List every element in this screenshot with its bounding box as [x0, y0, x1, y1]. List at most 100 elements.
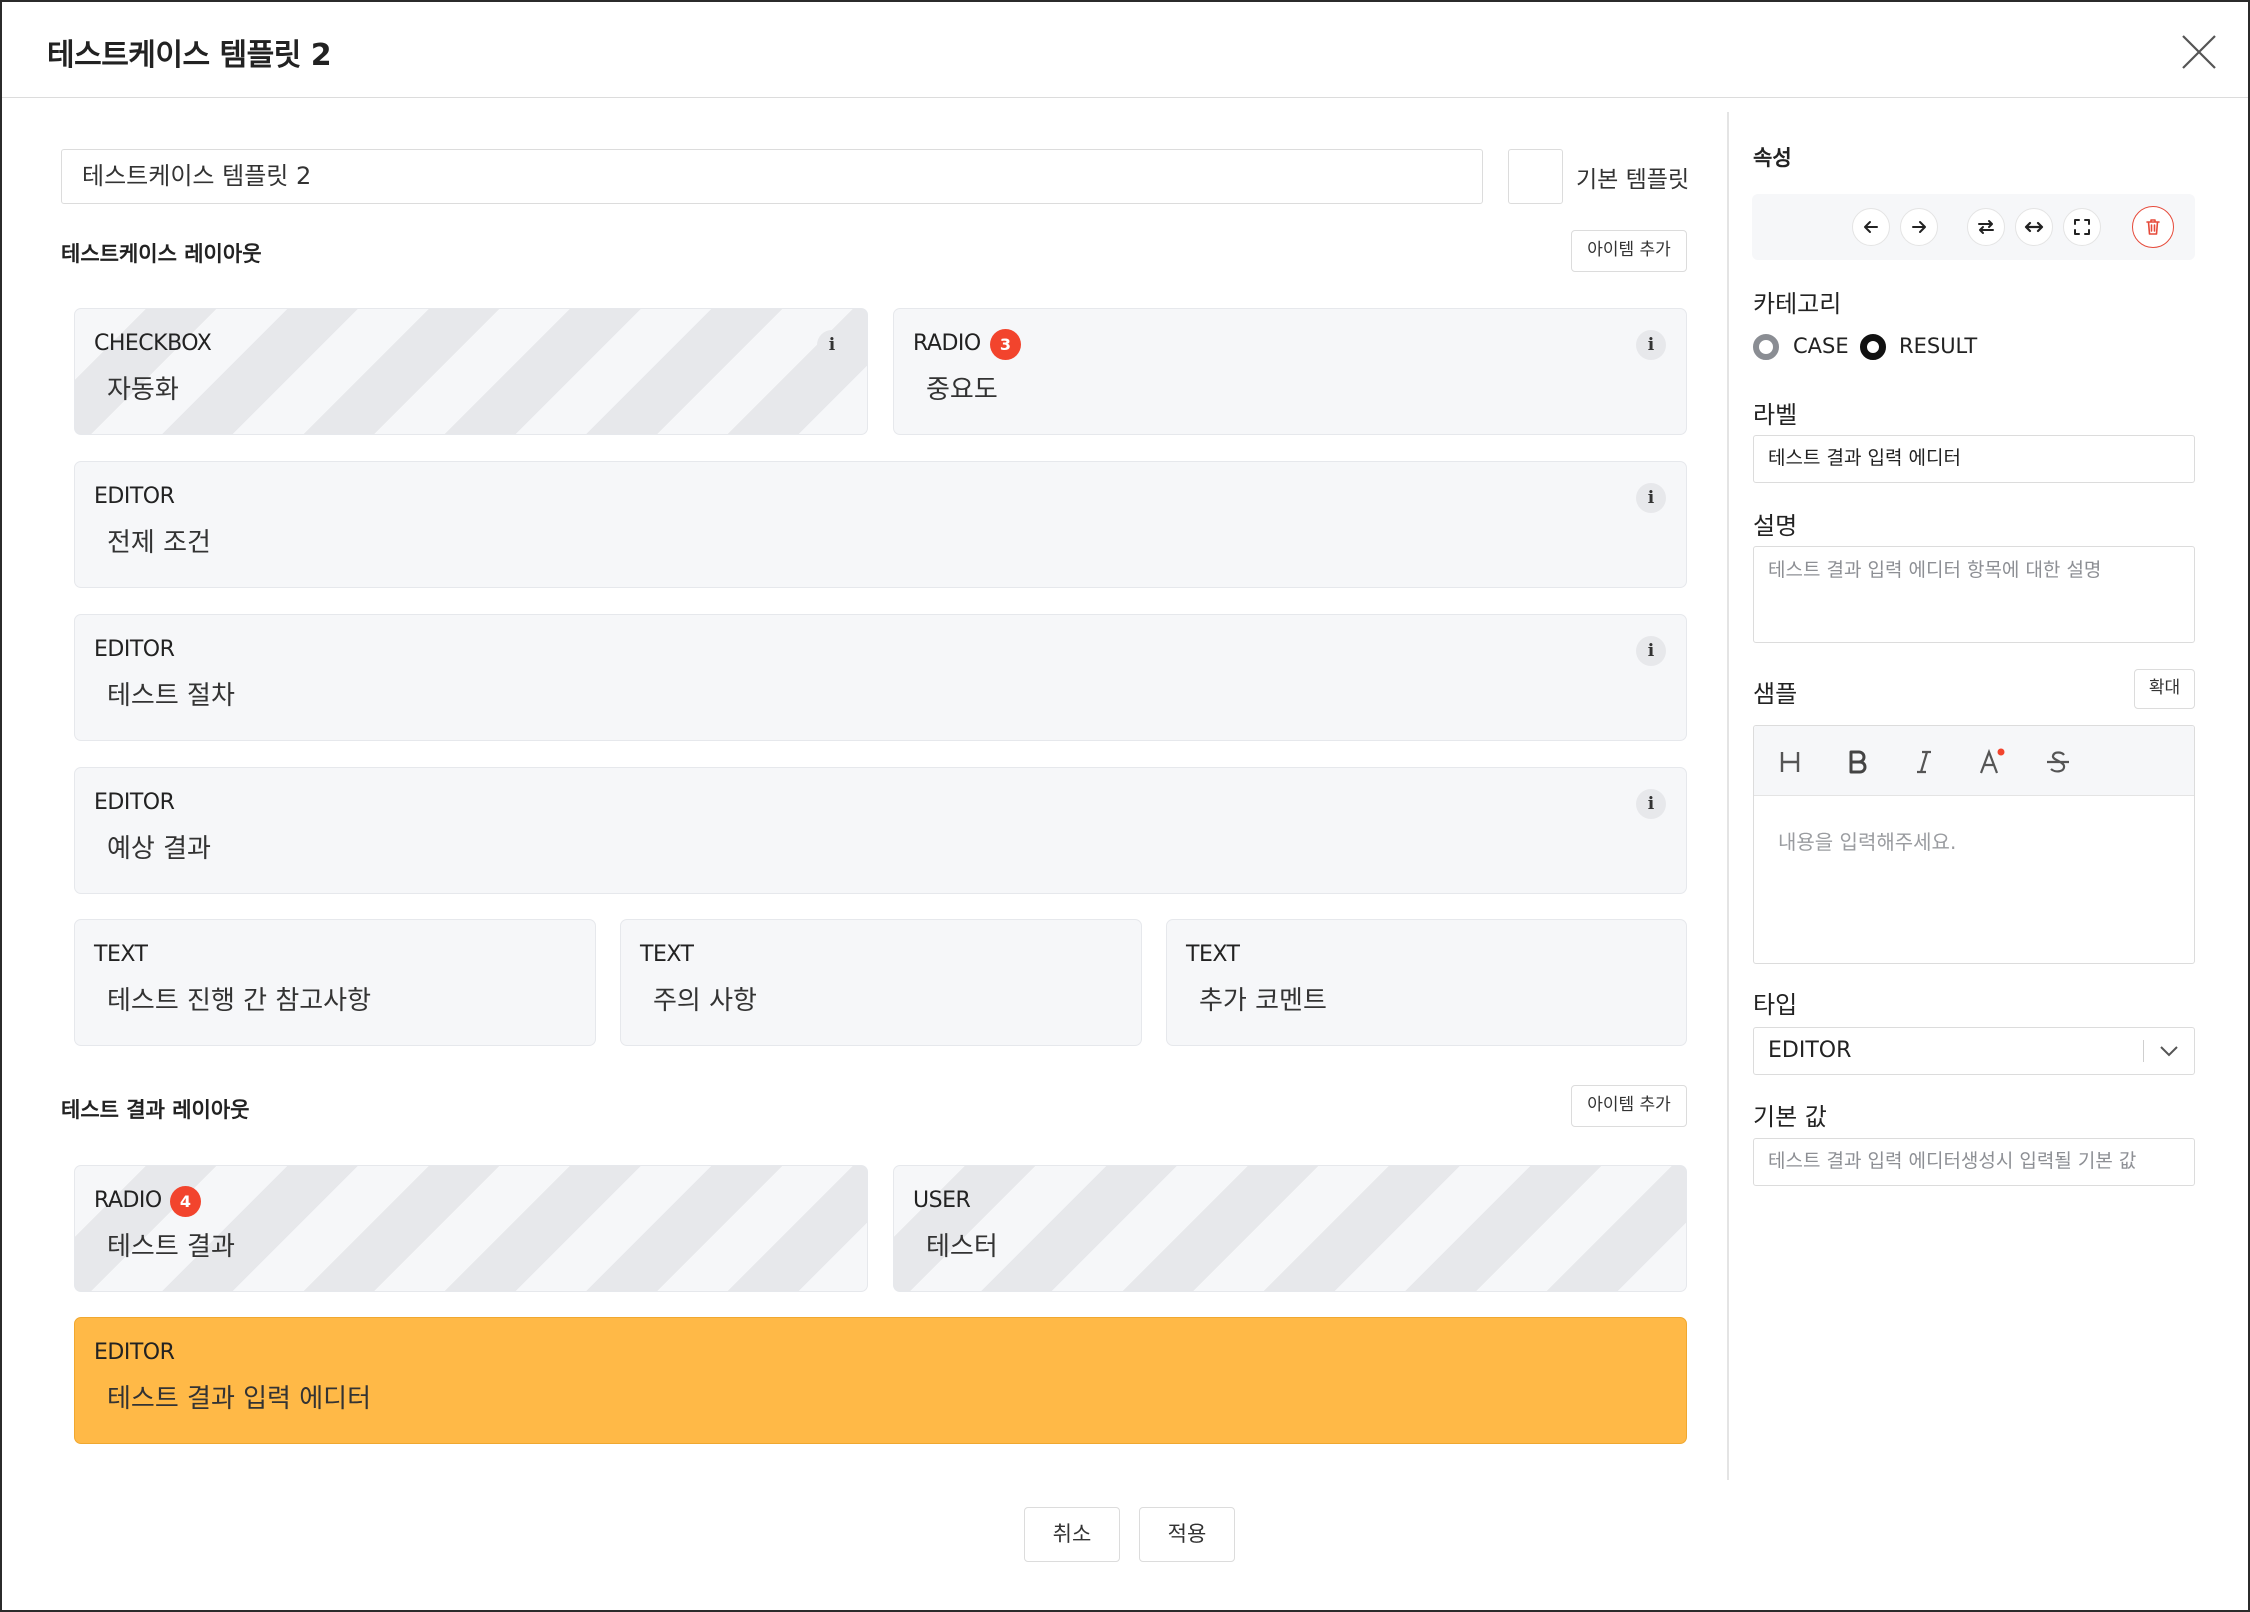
italic-icon	[1917, 750, 1931, 774]
properties-title: 속성	[1753, 146, 1792, 170]
cancel-button[interactable]: 취소	[1024, 1507, 1120, 1562]
category-case-label: CASE	[1793, 334, 1849, 358]
font-color-icon	[1979, 748, 2005, 774]
result-item-user[interactable]: USER 테스터	[893, 1165, 1687, 1292]
description-field-label: 설명	[1753, 512, 1798, 540]
category-label: 카테고리	[1753, 290, 1842, 318]
panel-divider	[1727, 112, 1729, 1480]
editor-placeholder[interactable]: 내용을 입력해주세요.	[1778, 826, 1956, 855]
item-type: EDITOR	[94, 790, 175, 815]
bold-button[interactable]	[1837, 742, 1877, 782]
case-item-radio[interactable]: RADIO 3 중요도 i	[893, 308, 1687, 435]
info-icon[interactable]: i	[1636, 789, 1666, 819]
apply-button[interactable]: 적용	[1139, 1507, 1235, 1562]
type-label: 타입	[1753, 991, 1798, 1019]
sample-editor: 내용을 입력해주세요.	[1753, 725, 2195, 964]
category-result-radio[interactable]	[1860, 334, 1886, 360]
default-value-input[interactable]: 테스트 결과 입력 에디터생성시 입력될 기본 값	[1753, 1138, 2195, 1186]
trash-icon	[2146, 219, 2160, 235]
close-icon	[2182, 35, 2216, 69]
delete-button[interactable]	[2132, 206, 2174, 248]
info-icon[interactable]: i	[1636, 483, 1666, 513]
item-label: 테스트 진행 간 참고사항	[107, 986, 371, 1016]
item-type: EDITOR	[94, 1340, 175, 1365]
expand-horizontal-icon	[2024, 221, 2044, 233]
move-right-button[interactable]	[1900, 208, 1938, 246]
item-label: 중요도	[926, 375, 998, 405]
case-item-checkbox[interactable]: CHECKBOX 자동화 i	[74, 308, 868, 435]
default-template-label: 기본 템플릿	[1576, 167, 1690, 193]
result-layout-title: 테스트 결과 레이아웃	[61, 1098, 250, 1122]
type-select-value: EDITOR	[1768, 1038, 1852, 1063]
label-input[interactable]: 테스트 결과 입력 에디터	[1753, 435, 2195, 483]
swap-button[interactable]	[1967, 208, 2005, 246]
item-label: 테스터	[926, 1232, 998, 1262]
label-field-label: 라벨	[1753, 401, 1798, 429]
default-value-label: 기본 값	[1753, 1103, 1827, 1131]
case-item-text[interactable]: TEXT 추가 코멘트	[1166, 919, 1687, 1046]
dialog-header: 테스트케이스 템플릿 2	[2, 2, 2248, 98]
dialog-title: 테스트케이스 템플릿 2	[47, 38, 332, 73]
item-type: TEXT	[640, 942, 694, 967]
option-count-badge: 4	[170, 1186, 201, 1217]
item-type: TEXT	[1186, 942, 1240, 967]
arrow-left-icon	[1864, 221, 1878, 233]
category-case-radio[interactable]	[1753, 334, 1779, 360]
type-select[interactable]: EDITOR	[1753, 1027, 2195, 1075]
case-item-text[interactable]: TEXT 테스트 진행 간 참고사항	[74, 919, 596, 1046]
case-item-text[interactable]: TEXT 주의 사항	[620, 919, 1142, 1046]
category-result-label: RESULT	[1899, 334, 1978, 358]
strikethrough-icon	[2047, 751, 2069, 773]
heading-icon	[1780, 752, 1800, 772]
item-type: RADIO	[94, 1188, 162, 1213]
item-label: 테스트 절차	[107, 681, 235, 711]
info-icon[interactable]: i	[1636, 636, 1666, 666]
item-label: 테스트 결과 입력 에디터	[107, 1384, 371, 1414]
italic-button[interactable]	[1904, 742, 1944, 782]
fullscreen-button[interactable]	[2063, 208, 2101, 246]
expand-sample-button[interactable]: 확대	[2134, 669, 2195, 709]
heading-button[interactable]	[1770, 742, 1810, 782]
move-left-button[interactable]	[1852, 208, 1890, 246]
font-color-button[interactable]	[1971, 742, 2011, 782]
item-label: 전제 조건	[107, 528, 211, 558]
dialog: 테스트케이스 템플릿 2 테스트케이스 템플릿 2 기본 템플릿 테스트케이스 …	[0, 0, 2250, 1612]
case-layout-title: 테스트케이스 레이아웃	[61, 242, 262, 266]
option-count-badge: 3	[990, 329, 1021, 360]
item-type: CHECKBOX	[94, 331, 212, 356]
item-type: RADIO	[913, 331, 981, 356]
item-toolbar	[1752, 194, 2195, 260]
item-type: TEXT	[94, 942, 148, 967]
strikethrough-button[interactable]	[2038, 742, 2078, 782]
result-item-radio[interactable]: RADIO 4 테스트 결과	[74, 1165, 868, 1292]
item-label: 테스트 결과	[107, 1232, 235, 1262]
editor-toolbar	[1754, 726, 2194, 796]
info-icon[interactable]: i	[817, 330, 847, 360]
template-name-input[interactable]: 테스트케이스 템플릿 2	[61, 149, 1483, 204]
bold-icon	[1849, 750, 1867, 774]
info-icon[interactable]: i	[1636, 330, 1666, 360]
result-add-item-button[interactable]: 아이템 추가	[1571, 1085, 1687, 1127]
case-item-editor[interactable]: EDITOR 예상 결과 i	[74, 767, 1687, 894]
result-item-editor-selected[interactable]: EDITOR 테스트 결과 입력 에디터	[74, 1317, 1687, 1444]
fullscreen-icon	[2074, 219, 2090, 235]
close-button[interactable]	[2179, 32, 2219, 72]
expand-width-button[interactable]	[2015, 208, 2053, 246]
arrow-right-icon	[1912, 221, 1926, 233]
item-label: 예상 결과	[107, 834, 211, 864]
select-separator	[2142, 1040, 2144, 1062]
case-add-item-button[interactable]: 아이템 추가	[1571, 230, 1687, 272]
case-item-editor[interactable]: EDITOR 테스트 절차 i	[74, 614, 1687, 741]
item-label: 주의 사항	[653, 986, 757, 1016]
item-label: 자동화	[107, 375, 179, 405]
default-template-checkbox[interactable]	[1508, 149, 1563, 204]
chevron-down-icon	[2160, 1046, 2178, 1057]
item-type: EDITOR	[94, 484, 175, 509]
case-item-editor[interactable]: EDITOR 전제 조건 i	[74, 461, 1687, 588]
sample-label: 샘플	[1753, 680, 1798, 708]
item-type: USER	[913, 1188, 971, 1213]
description-textarea[interactable]: 테스트 결과 입력 에디터 항목에 대한 설명	[1753, 546, 2195, 643]
item-type: EDITOR	[94, 637, 175, 662]
swap-icon	[1978, 220, 1994, 234]
item-label: 추가 코멘트	[1199, 986, 1327, 1016]
